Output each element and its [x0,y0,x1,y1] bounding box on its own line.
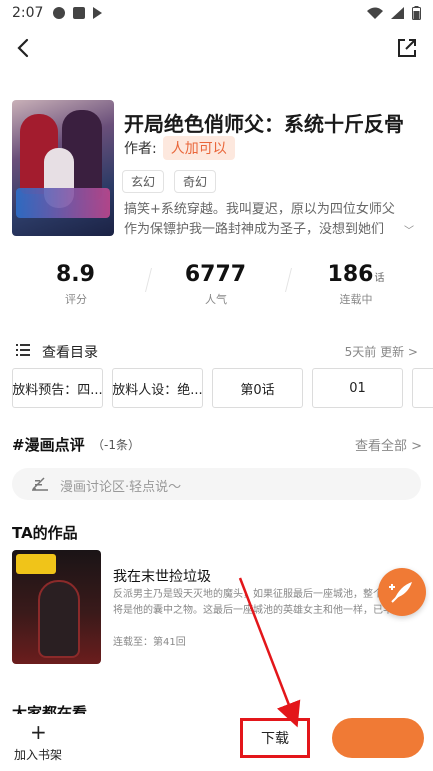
chevron-down-icon[interactable]: ﹀ [404,222,414,237]
comment-input[interactable]: 漫画讨论区·轻点说～ [12,468,421,500]
play-store-icon [93,7,103,19]
write-comment-button[interactable] [378,568,426,616]
catalog-title: 查看目录 [42,345,98,361]
review-title: #漫画点评 [12,436,85,454]
quill-icon [389,582,412,603]
tag-list: 玄幻 奇幻 [122,170,217,193]
plus-icon: + [30,720,47,744]
stat-chapters: 186话 连载中 [327,262,385,306]
stat-popularity: 6777 人气 [184,262,247,306]
status-bar: 2:07 [0,0,433,26]
chapter-item[interactable] [412,368,433,408]
work-status: 连载至：第41回 [113,637,186,648]
read-button[interactable] [332,718,424,758]
top-nav [0,30,433,66]
comment-placeholder: 漫画讨论区·轻点说～ [60,480,182,495]
view-all-link[interactable]: 查看全部 > [355,435,422,454]
chapter-item[interactable]: 放料预告：四... [12,368,103,408]
works-section-title: TA的作品 [12,524,78,542]
review-count: （-1条） [92,438,140,452]
tag[interactable]: 奇幻 [174,170,217,193]
work-cover[interactable] [12,550,101,664]
work-title[interactable]: 我在末世捡垃圾 [113,566,211,586]
share-icon[interactable] [395,36,419,60]
signal-icon [391,7,404,19]
download-button[interactable]: 下载 [240,718,310,758]
list-icon [16,344,30,356]
stats-row: 8.9 评分 6777 人气 186话 连载中 [0,262,433,312]
author-row: 作者: 人加可以 [124,136,235,160]
work-description: 反派男主乃是毁天灭地的魔头，如果征服最后一座城池，整个大陆都将是他的囊中之物。这… [113,589,413,616]
book-description[interactable]: 搞笑+系统穿越。我叫夏迟，原以为四位女师父作为保镖护我一路封神成为圣子，没想到她… [124,200,406,240]
chapter-item[interactable]: 放料人设：绝... [112,368,203,408]
chapter-item[interactable]: 第0话 [212,368,303,408]
book-cover[interactable] [12,100,114,236]
add-to-shelf-button[interactable]: + 加入书架 [8,720,68,764]
catalog-update: 5天前 更新 > [344,345,418,359]
battery-icon [412,6,421,20]
catalog-header[interactable]: 查看目录 5天前 更新 > [14,340,424,362]
back-icon[interactable] [12,36,36,60]
edit-icon [32,477,48,491]
review-header: #漫画点评 （-1条） 查看全部 > [12,432,422,456]
notification-x-icon [53,7,66,19]
chapter-item[interactable]: 01 [312,368,403,408]
chapter-list: 放料预告：四... 放料人设：绝... 第0话 01 [12,368,433,408]
wifi-icon [367,7,383,19]
add-shelf-label: 加入书架 [13,748,62,762]
book-title: 开局绝色俏师父：系统十斤反骨 [124,112,404,136]
status-time: 2:07 [12,5,44,21]
tag[interactable]: 玄幻 [122,170,165,193]
author-label: 作者: [124,141,157,157]
author-name[interactable]: 人加可以 [162,136,235,160]
notification-app-icon [73,7,86,19]
stat-rating: 8.9 评分 [56,262,95,306]
